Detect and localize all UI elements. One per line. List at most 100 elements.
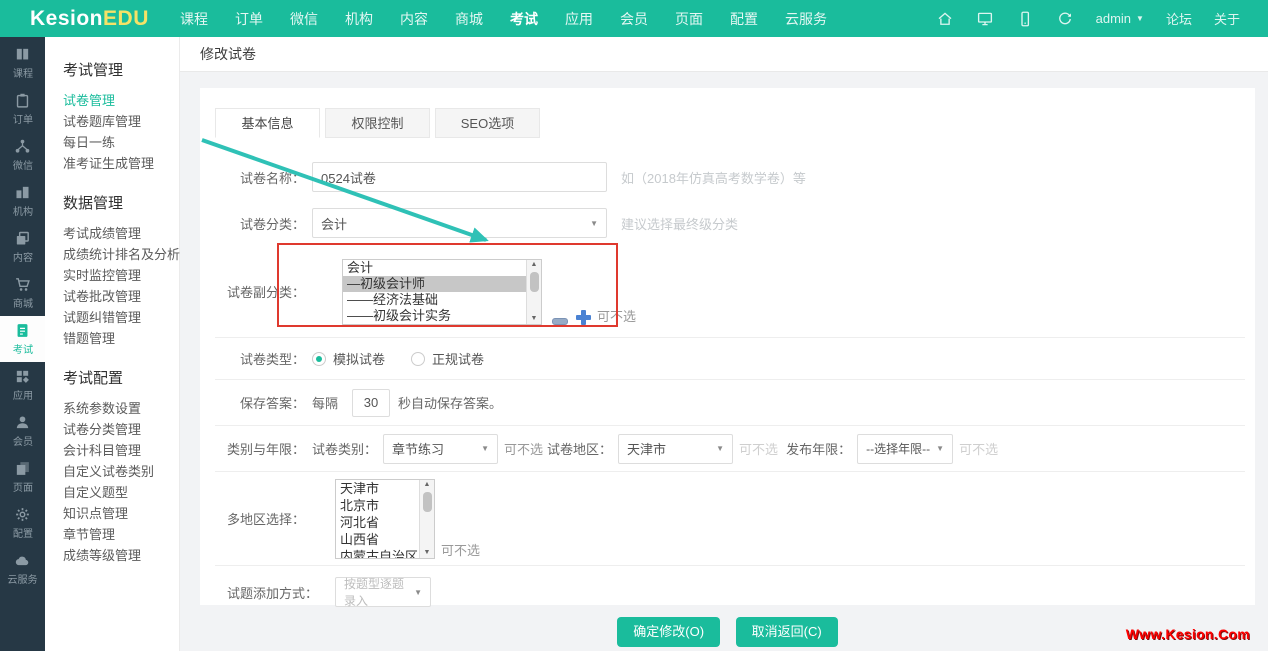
rail-item-members[interactable]: 会员 (0, 408, 45, 454)
sidebar-item-question-bank[interactable]: 试卷题库管理 (63, 111, 179, 132)
add-method-label: 试题添加方式： (226, 585, 318, 601)
sidebar-section-data-management: 数据管理 (63, 195, 124, 212)
nav-item-members[interactable]: 会员 (620, 9, 648, 29)
nav-item-orders[interactable]: 订单 (235, 9, 263, 29)
paper-category-select[interactable]: 会计 ▼ (312, 208, 607, 238)
nav-item-content[interactable]: 内容 (400, 9, 428, 29)
sidebar-item-score-statistics[interactable]: 成绩统计排名及分析 (63, 244, 180, 265)
sidebar-item-system-params[interactable]: 系统参数设置 (63, 398, 179, 419)
rail-item-mall[interactable]: 商城 (0, 270, 45, 316)
publish-year-label: 发布年限： (786, 442, 852, 457)
scrollbar-thumb[interactable] (529, 271, 539, 292)
remove-subcategory-button[interactable] (552, 317, 568, 325)
cloud-icon (14, 552, 31, 572)
paper-type2-select[interactable]: 章节练习 ▼ (383, 433, 499, 464)
paper-type-label: 试卷类型： (239, 352, 305, 367)
listbox-option[interactable]: 会计 (343, 260, 541, 276)
listbox-option[interactable]: ——经济法基础 (343, 292, 541, 308)
sidebar-item-error-correction[interactable]: 试题纠错管理 (63, 307, 179, 328)
sidebar-item-score-management[interactable]: 考试成绩管理 (63, 223, 179, 244)
rail-item-pages[interactable]: 页面 (0, 454, 45, 500)
paper-type-radio-mock[interactable]: 模拟试卷 (312, 349, 385, 368)
listbox-option-selected[interactable]: —初级会计师 (343, 275, 541, 292)
home-icon[interactable] (936, 10, 954, 28)
add-subcategory-button[interactable] (576, 309, 591, 325)
rail-item-organization[interactable]: 机构 (0, 178, 45, 224)
paper-type-radio-formal[interactable]: 正规试卷 (411, 349, 484, 368)
refresh-icon[interactable] (1056, 10, 1074, 28)
nav-item-apps[interactable]: 应用 (565, 9, 593, 29)
rail-item-apps[interactable]: 应用 (0, 362, 45, 408)
paper-region-select[interactable]: 天津市 ▼ (618, 433, 734, 464)
paper-name-label: 试卷名称： (239, 170, 305, 186)
rail-item-courses[interactable]: 课程 (0, 40, 45, 86)
listbox-scrollbar[interactable]: ▲ ▼ (419, 479, 434, 558)
sidebar-item-paper-categories[interactable]: 试卷分类管理 (63, 419, 179, 440)
autosave-interval-input[interactable] (352, 388, 391, 417)
multi-region-row: 多地区选择： 天津市 北京市 河北省 山西省 内蒙古自治区 ▲ ▼ 可不选 (215, 472, 1245, 566)
paper-subcategory-listbox[interactable]: 会计 —初级会计师 ——经济法基础 ——初级会计实务 ▲ ▼ (342, 258, 542, 325)
chevron-down-icon: ▼ (481, 444, 490, 453)
admin-username: admin (1095, 11, 1132, 26)
nav-item-mall[interactable]: 商城 (455, 9, 483, 29)
nav-item-pages[interactable]: 页面 (675, 9, 703, 29)
sidebar-item-chapter-management[interactable]: 章节管理 (63, 524, 179, 545)
forum-link[interactable]: 论坛 (1166, 9, 1192, 28)
scrollbar-thumb[interactable] (422, 491, 432, 512)
rail-item-cloud[interactable]: 云服务 (0, 546, 45, 592)
rail-item-wechat[interactable]: 微信 (0, 132, 45, 178)
confirm-button[interactable]: 确定修改(O) (617, 617, 721, 647)
sidebar-item-paper-management[interactable]: 试卷管理 (63, 90, 179, 111)
mall-icon (14, 276, 31, 296)
nav-item-courses[interactable]: 课程 (180, 9, 208, 29)
phone-icon[interactable] (1016, 10, 1034, 28)
question-add-method-select[interactable]: 按题型逐题录入 ▼ (335, 577, 431, 608)
scroll-down-icon[interactable]: ▼ (424, 548, 431, 558)
multi-region-label: 多地区选择： (226, 512, 305, 527)
scroll-up-icon[interactable]: ▲ (424, 480, 431, 490)
listbox-scrollbar[interactable]: ▲ ▼ (526, 259, 541, 324)
sidebar-item-daily-practice[interactable]: 每日一练 (63, 132, 179, 153)
admin-user-menu[interactable]: admin ▼ (1096, 11, 1144, 26)
rail-item-orders[interactable]: 订单 (0, 86, 45, 132)
radio-checked-icon (312, 351, 326, 366)
radio-unchecked-icon (411, 351, 426, 366)
apps-icon (14, 368, 31, 388)
sidebar-item-custom-paper-types[interactable]: 自定义试卷类别 (63, 461, 179, 482)
rail-item-config[interactable]: 配置 (0, 500, 45, 546)
nav-item-config[interactable]: 配置 (730, 9, 758, 29)
rail-item-exam[interactable]: 考试 (0, 316, 45, 362)
sidebar-item-admission-ticket[interactable]: 准考证生成管理 (63, 153, 179, 174)
nav-item-exam[interactable]: 考试 (510, 9, 538, 29)
tab-permission-control[interactable]: 权限控制 (325, 108, 430, 138)
paper-category-label: 试卷分类： (239, 216, 305, 232)
listbox-option[interactable]: ——初级会计实务 (343, 308, 541, 324)
nav-item-cloud[interactable]: 云服务 (785, 9, 827, 29)
sidebar-item-paper-grading[interactable]: 试卷批改管理 (63, 286, 179, 307)
monitor-icon[interactable] (976, 10, 994, 28)
scroll-up-icon[interactable]: ▲ (531, 260, 538, 270)
rail-item-content[interactable]: 内容 (0, 224, 45, 270)
scroll-down-icon[interactable]: ▼ (531, 314, 538, 324)
sidebar-item-accounting-subjects[interactable]: 会计科目管理 (63, 440, 179, 461)
tab-basic-info[interactable]: 基本信息 (215, 108, 320, 138)
publish-year-select[interactable]: --选择年限-- ▼ (857, 433, 954, 464)
nav-item-organization[interactable]: 机构 (345, 9, 373, 29)
tab-seo-options[interactable]: SEO选项 (435, 108, 540, 138)
cancel-button[interactable]: 取消返回(C) (735, 617, 838, 647)
add-method-row: 试题添加方式： 按题型逐题录入 ▼ (215, 566, 1245, 618)
sidebar-item-custom-question-types[interactable]: 自定义题型 (63, 482, 179, 503)
sidebar-item-grade-levels[interactable]: 成绩等级管理 (63, 545, 179, 566)
wechat-icon (14, 138, 31, 158)
tab-bar: 基本信息 权限控制 SEO选项 (215, 108, 1255, 138)
edit-paper-card: 基本信息 权限控制 SEO选项 试卷名称： 如（2018年仿真高考数学卷）等 (200, 88, 1255, 608)
sidebar-item-realtime-monitor[interactable]: 实时监控管理 (63, 265, 179, 286)
nav-item-wechat[interactable]: 微信 (290, 9, 318, 29)
sidebar-item-wrong-questions[interactable]: 错题管理 (63, 328, 179, 349)
about-link[interactable]: 关于 (1214, 9, 1240, 28)
sidebar-item-knowledge-points[interactable]: 知识点管理 (63, 503, 179, 524)
multi-region-listbox[interactable]: 天津市 北京市 河北省 山西省 内蒙古自治区 ▲ ▼ (335, 478, 435, 559)
pages-icon (14, 460, 31, 480)
paper-name-input[interactable] (312, 162, 607, 192)
paper-region-note: 可不选 (739, 442, 779, 457)
